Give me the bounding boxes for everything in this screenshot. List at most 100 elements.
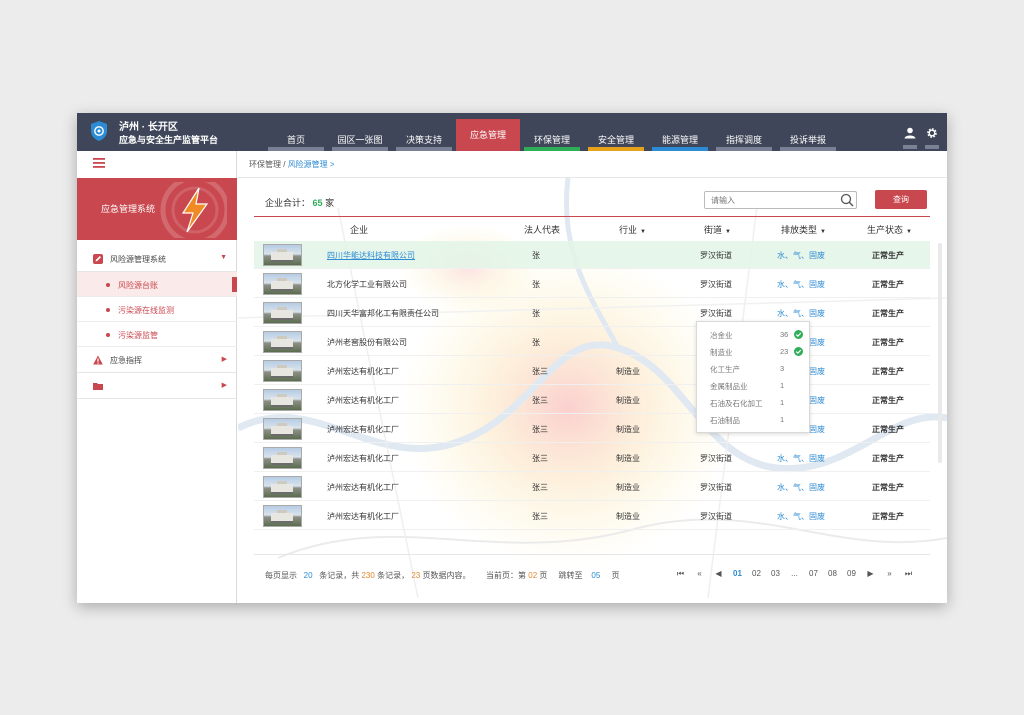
system-banner: 应急管理系统 <box>77 178 237 240</box>
page-number[interactable]: 01 <box>728 569 747 579</box>
prev-group-icon[interactable]: « <box>690 569 709 579</box>
table-row[interactable]: 泸州宏达有机化工厂张三制造业罗汉街道水、气、固废正常生产 <box>254 502 930 530</box>
street: 罗汉街道 <box>700 454 732 463</box>
emission-type[interactable]: 水、气、固废 <box>777 250 825 261</box>
app-title-line1: 泸州 · 长开区 <box>119 122 178 133</box>
sidebar-group-emergency-command[interactable]: 应急指挥 ▶ <box>77 347 237 373</box>
industry-filter-option[interactable]: 制造业 23 <box>697 343 809 360</box>
emission-type[interactable]: 水、气、固废 <box>777 453 825 464</box>
sidebar-group-risk-source[interactable]: 风险源管理系统 ▼ <box>77 246 237 272</box>
jump-page-input[interactable]: 05 <box>591 571 600 580</box>
nav-tab-label: 决策支持 <box>405 135 442 145</box>
company-name[interactable]: 泸州宏达有机化工厂 <box>327 482 399 493</box>
company-name[interactable]: 泸州宏达有机化工厂 <box>327 366 399 377</box>
page-number[interactable]: 08 <box>823 569 842 579</box>
check-circle-icon <box>794 330 803 339</box>
nav-tab-label: 环保管理 <box>533 135 570 145</box>
company-name[interactable]: 泸州老窖股份有限公司 <box>327 337 407 348</box>
nav-tab-label: 安全管理 <box>597 135 634 145</box>
nav-tab[interactable]: 环保管理 <box>520 113 584 151</box>
table-row[interactable]: 泸州宏达有机化工厂张三制造业罗汉街道水、气、固废正常生产 <box>254 415 930 443</box>
prev-page-icon[interactable]: ◀ <box>709 569 728 579</box>
production-status: 正常生产 <box>872 483 904 492</box>
industry-filter-option[interactable]: 石油及石化加工 1 <box>697 394 809 411</box>
total-pages: 23 <box>411 571 421 580</box>
table-row[interactable]: 泸州宏达有机化工厂张三制造业罗汉街道水、气、固废正常生产 <box>254 386 930 414</box>
nav-tab[interactable]: 能源管理 <box>648 113 712 151</box>
nav-tab-label: 指挥调度 <box>725 135 762 145</box>
table-row[interactable]: 四川华能达科技有限公司 张 罗汉街道 水、气、固废 正常生产 <box>254 241 930 269</box>
col-industry[interactable]: 行业 ▼ <box>619 223 646 236</box>
pagination-info: 每页显示 20 条记录，共 230 条记录， 23 页数据内容。 当前页：第 0… <box>265 571 620 580</box>
company-total: 企业合计： 65 家 <box>265 198 335 208</box>
nav-tab[interactable]: 应急管理 <box>456 119 520 151</box>
sidebar-item-pollution-supervision[interactable]: 污染源监管 <box>77 322 237 347</box>
page-number[interactable]: 07 <box>804 569 823 579</box>
nav-tab[interactable]: 决策支持 <box>392 113 456 151</box>
sidebar-group-folder[interactable]: ▶ <box>77 373 237 399</box>
col-street[interactable]: 街道 ▼ <box>704 223 731 236</box>
caret-down-icon: ▼ <box>640 229 646 235</box>
industry-filter-option[interactable]: 金属制品业 1 <box>697 377 809 394</box>
sidebar-item-risk-ledger[interactable]: 风险源台账 <box>77 272 237 297</box>
emission-type[interactable]: 水、气、固废 <box>777 308 825 319</box>
search-icon[interactable] <box>840 193 854 207</box>
emission-type[interactable]: 水、气、固废 <box>777 482 825 493</box>
pagination: ⏮ «◀ 01 02 03... 07 08 09 ▶» ⏭ <box>671 569 918 579</box>
col-emission[interactable]: 排放类型 ▼ <box>781 223 826 236</box>
page-number[interactable]: ... <box>785 569 804 579</box>
company-name[interactable]: 泸州宏达有机化工厂 <box>327 395 399 406</box>
chevron-right-icon: ▶ <box>221 382 227 389</box>
industry-filter-option[interactable]: 石油制品 1 <box>697 411 809 428</box>
nav-tab[interactable]: 安全管理 <box>584 113 648 151</box>
chevron-down-icon: ▼ <box>220 254 227 261</box>
sidebar-item-label: 风险源台账 <box>118 281 158 290</box>
page-number[interactable]: 09 <box>842 569 861 579</box>
table-row[interactable]: 四川天华富邦化工有限责任公司 张 罗汉街道 水、气、固废 正常生产 <box>254 299 930 327</box>
breadcrumb: 环保管理 / 风险源管理 > <box>249 160 335 169</box>
table-row[interactable]: 泸州宏达有机化工厂张三制造业罗汉街道水、气、固废正常生产 <box>254 473 930 501</box>
warning-icon <box>93 355 103 365</box>
nav-tab[interactable]: 首页 <box>264 113 328 151</box>
nav-tab[interactable]: 指挥调度 <box>712 113 776 151</box>
company-name[interactable]: 泸州宏达有机化工厂 <box>327 424 399 435</box>
company-name[interactable]: 四川天华富邦化工有限责任公司 <box>327 308 439 319</box>
last-page-icon[interactable]: ⏭ <box>899 569 918 579</box>
industry-filter-option[interactable]: 冶金业 36 <box>697 326 809 343</box>
production-status: 正常生产 <box>872 454 904 463</box>
sidebar-item-label: 污染源在线监测 <box>118 306 174 315</box>
table-row[interactable]: 泸州老窖股份有限公司张罗汉街道水、气、固废正常生产 <box>254 328 930 356</box>
breadcrumb-root[interactable]: 环保管理 <box>249 160 281 169</box>
page-number[interactable]: 03 <box>766 569 785 579</box>
emission-type[interactable]: 水、气、固废 <box>777 511 825 522</box>
search-input[interactable] <box>704 191 857 209</box>
table-row[interactable]: 北方化学工业有限公司 张 罗汉街道 水、气、固废 正常生产 <box>254 270 930 298</box>
option-label: 制造业 <box>710 348 733 357</box>
sidebar-item-pollution-monitoring[interactable]: 污染源在线监测 <box>77 297 237 322</box>
system-name: 应急管理系统 <box>101 204 156 214</box>
company-name[interactable]: 泸州宏达有机化工厂 <box>327 453 399 464</box>
query-button[interactable]: 查询 <box>875 190 927 209</box>
company-photo <box>263 302 302 324</box>
next-group-icon[interactable]: » <box>880 569 899 579</box>
scrollbar[interactable] <box>938 243 942 463</box>
user-icon[interactable] <box>903 127 917 149</box>
emission-type[interactable]: 水、气、固废 <box>777 279 825 290</box>
nav-tab[interactable]: 投诉举报 <box>776 113 840 151</box>
breadcrumb-current[interactable]: 风险源管理 > <box>288 160 335 169</box>
legal-rep: 张 <box>532 251 540 260</box>
first-page-icon[interactable]: ⏮ <box>671 569 690 579</box>
page-number[interactable]: 02 <box>747 569 766 579</box>
next-page-icon[interactable]: ▶ <box>861 569 880 579</box>
table-row[interactable]: 泸州宏达有机化工厂张三制造业罗汉街道水、气、固废正常生产 <box>254 444 930 472</box>
company-name[interactable]: 北方化学工业有限公司 <box>327 279 407 290</box>
per-page-value[interactable]: 20 <box>304 571 313 580</box>
company-name[interactable]: 四川华能达科技有限公司 <box>327 250 415 261</box>
gear-icon[interactable] <box>925 128 939 149</box>
table-row[interactable]: 泸州宏达有机化工厂张三制造业罗汉街道水、气、固废正常生产 <box>254 357 930 385</box>
nav-tab[interactable]: 园区一张图 <box>328 113 392 151</box>
col-status[interactable]: 生产状态 ▼ <box>867 223 912 236</box>
company-name[interactable]: 泸州宏达有机化工厂 <box>327 511 399 522</box>
industry-filter-option[interactable]: 化工生产 3 <box>697 360 809 377</box>
menu-toggle-icon[interactable] <box>93 158 105 168</box>
